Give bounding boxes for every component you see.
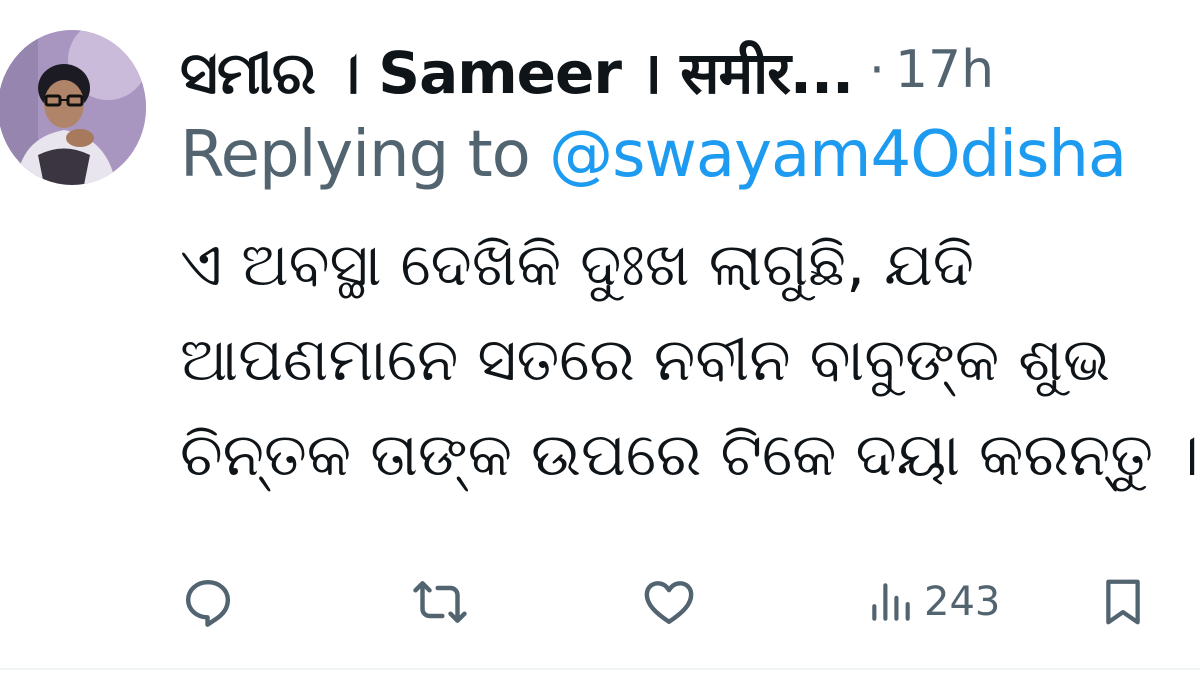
views-button[interactable]: 243 <box>866 570 1000 634</box>
retweet-button[interactable] <box>410 570 470 634</box>
like-button[interactable] <box>640 570 698 634</box>
tweet-text-line: ଆପଣମାନେ ସତରେ ନବୀନ ବାବୁଙ୍କ ଶୁଭ <box>180 325 1111 395</box>
tweet-actions: 243 <box>0 570 1200 640</box>
separator-dot: · <box>869 41 885 99</box>
retweet-icon <box>413 581 467 623</box>
tweet[interactable]: ସମୀର । Sameer । समीर... · 17h Replying t… <box>0 0 1200 675</box>
reply-button[interactable] <box>180 570 236 634</box>
tweet-header: ସମୀର । Sameer । समीर... · 17h <box>180 28 994 112</box>
heart-icon <box>644 581 694 625</box>
reply-handle-link[interactable]: @swayam4Odisha <box>549 118 1127 192</box>
tweet-text-line: ଏ ଅବସ୍ଥା ଦେଖିକି ଦୁଃଖ ଲାଗୁଛି, ଯଦି <box>180 230 974 300</box>
views-count: 243 <box>924 579 1001 625</box>
views-icon <box>872 583 910 621</box>
replying-to: Replying to @swayam4Odisha <box>180 118 1127 192</box>
author-display-name[interactable]: ସମୀର । Sameer । समीर... <box>180 31 854 110</box>
bookmark-icon <box>1106 579 1140 625</box>
replying-to-label: Replying to <box>180 118 550 192</box>
tweet-timestamp[interactable]: 17h <box>895 40 994 100</box>
tweet-divider <box>0 668 1200 670</box>
tweet-text-line: ଚିନ୍ତକ ତାଙ୍କ ଉପରେ ଟିକେ ଦୟା କରନ୍ତୁ । <box>180 420 1200 490</box>
avatar-image <box>0 30 146 185</box>
bookmark-button[interactable] <box>1096 570 1150 634</box>
user-avatar[interactable] <box>0 30 146 185</box>
tweet-text: ଏ ଅବସ୍ଥା ଦେଖିକି ଦୁଃଖ ଲାଗୁଛି, ଯଦି ଆପଣମାନେ… <box>180 218 1200 503</box>
reply-icon <box>185 579 231 627</box>
